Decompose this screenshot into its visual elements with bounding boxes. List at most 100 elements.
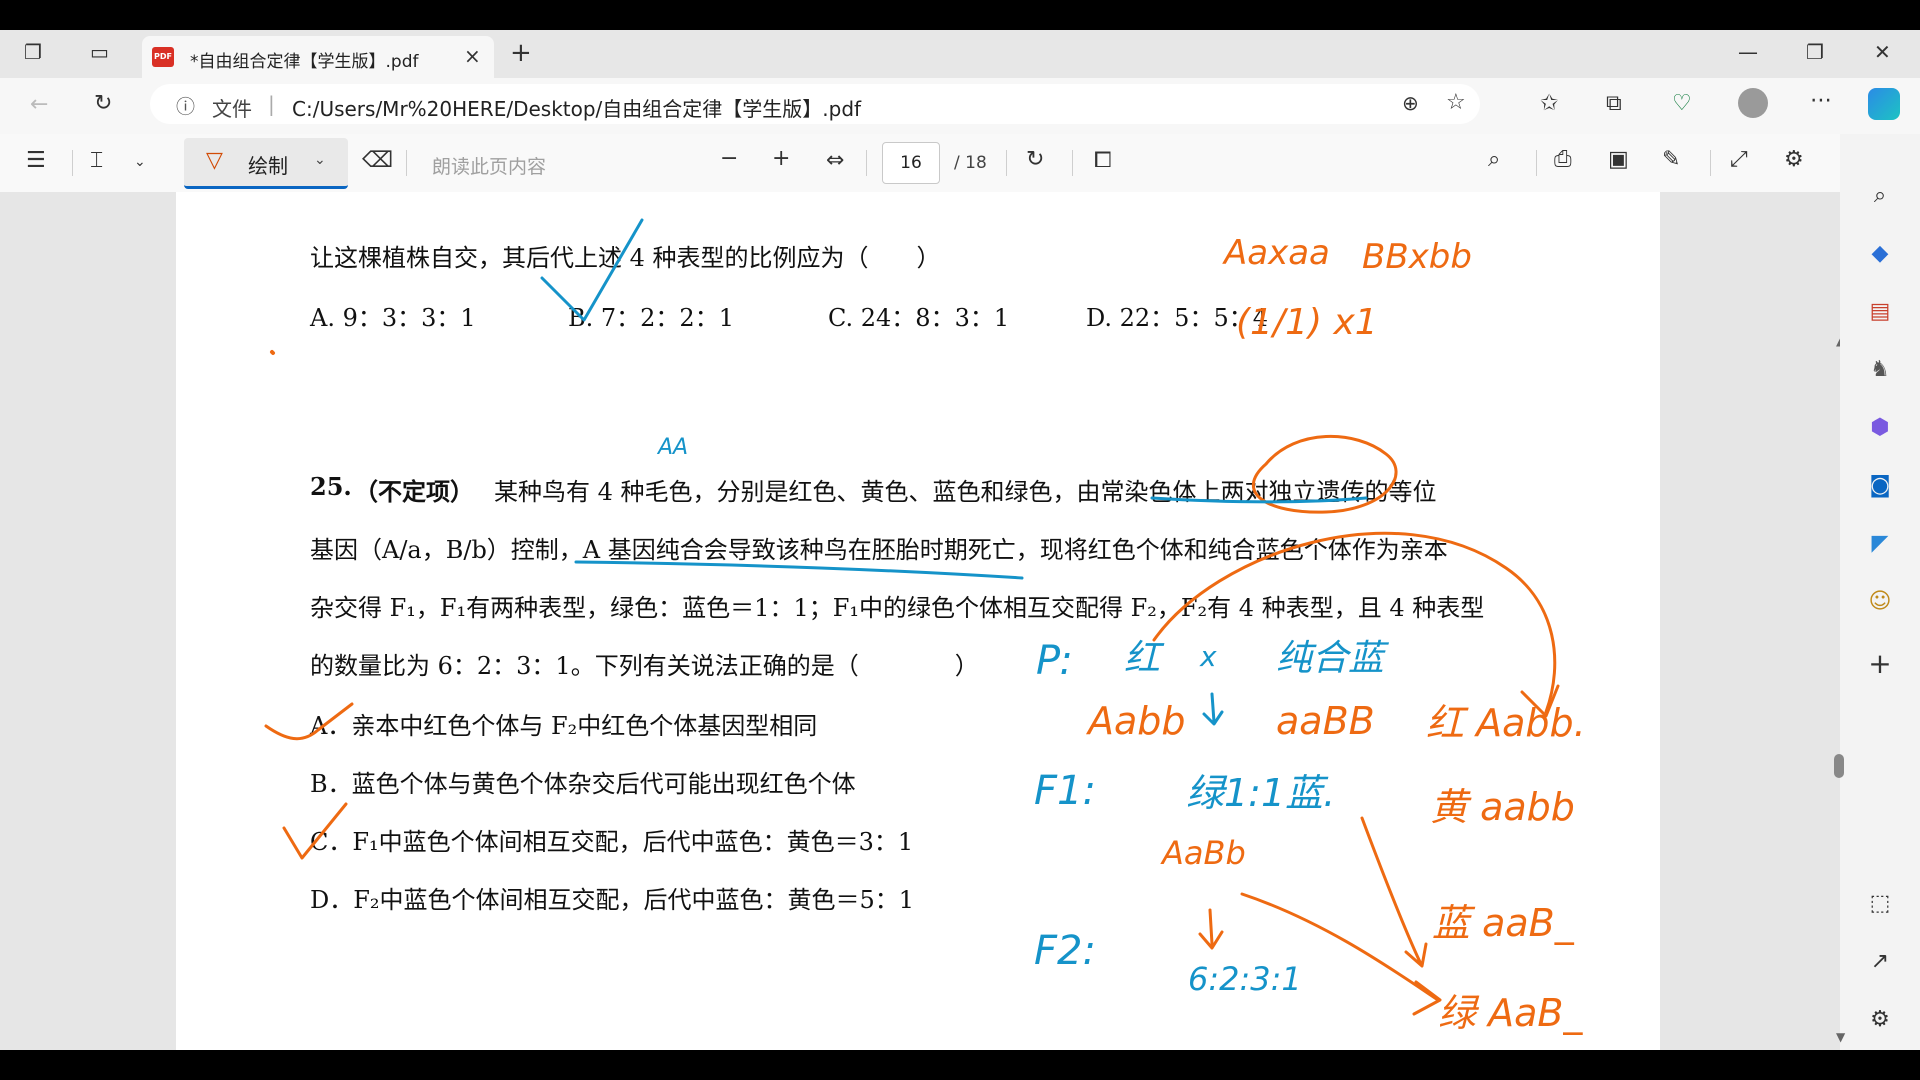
copilot-icon[interactable] xyxy=(1868,88,1900,120)
dot-mark xyxy=(270,350,275,355)
tab-pdf[interactable]: PDF *自由组合定律【学生版】.pdf × xyxy=(142,36,494,78)
pdf-page: 让这棵植株自交，其后代上述 4 种表型的比例应为（ ） A. 9：3：3：1 B… xyxy=(176,192,1660,1050)
workspaces-icon[interactable]: ❐ xyxy=(24,40,42,64)
sidebar-add-icon[interactable]: + xyxy=(1864,648,1896,680)
new-tab-button[interactable]: + xyxy=(510,38,532,68)
highlight-chevron-icon[interactable]: ⌄ xyxy=(134,154,146,170)
annotation-text: AA xyxy=(656,435,688,460)
annotation-text: BBxbb xyxy=(1362,237,1472,277)
annotation-text: 绿1:1蓝. xyxy=(1186,771,1335,815)
favorites-icon[interactable]: ✩ xyxy=(1540,91,1558,116)
edge-sidebar: ⌕ ◆ ▤ ♞ ⬢ ◙ ◤ ☺ + ⬚ ↗ ⚙ xyxy=(1840,134,1920,1050)
browser-window: ❐ ▭ PDF *自由组合定律【学生版】.pdf × + — ❐ ✕ ← ↻ ⓘ… xyxy=(0,30,1920,1050)
highlight-icon[interactable]: ⌶ xyxy=(90,148,103,173)
sidebar-character-icon[interactable]: ☺ xyxy=(1864,586,1896,618)
fit-width-icon[interactable]: ⇔ xyxy=(826,148,844,173)
sidebar-settings-icon[interactable]: ⚙ xyxy=(1864,1004,1896,1036)
tab-close-button[interactable]: × xyxy=(464,44,481,68)
page-view-icon[interactable]: ⧠ xyxy=(1094,148,1112,173)
annotation-text: Aabb xyxy=(1085,699,1186,743)
toolbar-divider xyxy=(72,150,73,176)
annotation-text: (1/1) x1 xyxy=(1236,302,1378,343)
sidebar-office-icon[interactable]: ⬢ xyxy=(1864,412,1896,444)
draw-button[interactable]: ▽ 绘制 ⌄ xyxy=(184,138,348,189)
address-separator: | xyxy=(268,92,275,116)
search-icon[interactable]: ⌕ xyxy=(1488,147,1500,172)
minimize-button[interactable]: — xyxy=(1738,40,1758,64)
address-bar-row: ← ↻ ⓘ 文件 | C:/Users/Mr%20HERE/Desktop/自由… xyxy=(0,78,1920,134)
settings-gear-icon[interactable]: ⚙ xyxy=(1784,147,1804,172)
annotation-text: x xyxy=(1199,640,1217,673)
underline-annotation xyxy=(574,560,1024,580)
favorite-star-icon[interactable]: ☆ xyxy=(1446,90,1466,115)
annotation-text: AaBb xyxy=(1160,834,1246,872)
pen-icon: ▽ xyxy=(206,148,223,173)
annotation-text: 6:2:3:1 xyxy=(1188,960,1302,998)
profile-avatar[interactable] xyxy=(1738,88,1768,118)
ink-annotations: Aaxaa BBxbb (1/1) x1 AA P: 红 x 纯合蓝 Aabb … xyxy=(264,218,1586,1035)
refresh-icon[interactable]: ↻ xyxy=(94,91,112,116)
check-mark-option-a xyxy=(264,702,354,741)
check-mark-option-c xyxy=(282,802,348,860)
screen-bottom-border xyxy=(0,1050,1920,1080)
check-mark-q24 xyxy=(540,218,644,322)
sidebar-tools-icon[interactable]: ▤ xyxy=(1864,296,1896,328)
save-as-icon[interactable]: ✎ xyxy=(1662,147,1680,172)
toolbar-divider xyxy=(406,150,407,176)
screen-top-border xyxy=(0,0,1920,30)
sidebar-open-external-icon[interactable]: ↗ xyxy=(1864,946,1896,978)
zoom-icon[interactable]: ⊕ xyxy=(1402,91,1419,115)
more-menu-icon[interactable]: ⋯ xyxy=(1810,88,1832,113)
annotation-text: 纯合蓝 xyxy=(1276,638,1390,679)
rotate-icon[interactable]: ↻ xyxy=(1026,147,1044,172)
pdf-viewer[interactable]: 让这棵植株自交，其后代上述 4 种表型的比例应为（ ） A. 9：3：3：1 B… xyxy=(0,192,1840,1050)
pdf-toolbar: ☰ ⌶ ⌄ ▽ 绘制 ⌄ ⌫ 朗读此页内容 − + ⇔ 16 / 18 ↻ ⧠ … xyxy=(0,134,1840,193)
fullscreen-icon[interactable]: ⤢ xyxy=(1730,147,1748,172)
annotation-text: 红 xyxy=(1124,638,1165,679)
toolbar-divider xyxy=(1006,150,1007,176)
browser-essentials-icon[interactable]: ♡ xyxy=(1672,91,1692,116)
close-window-button[interactable]: ✕ xyxy=(1874,40,1891,64)
vertical-scrollbar-thumb[interactable] xyxy=(1834,754,1844,778)
arrow-annotation xyxy=(1360,816,1428,968)
sidebar-screenshot-icon[interactable]: ⬚ xyxy=(1864,888,1896,920)
sidebar-send-icon[interactable]: ◤ xyxy=(1864,528,1896,560)
sidebar-outlook-icon[interactable]: ◙ xyxy=(1864,470,1896,502)
zoom-out-icon[interactable]: − xyxy=(720,146,738,171)
print-icon[interactable]: ⎙ xyxy=(1554,147,1572,172)
draw-label: 绘制 xyxy=(248,154,288,178)
toolbar-divider xyxy=(1536,150,1537,176)
draw-chevron-icon[interactable]: ⌄ xyxy=(314,152,326,168)
url-text[interactable]: C:/Users/Mr%20HERE/Desktop/自由组合定律【学生版】.p… xyxy=(292,93,861,122)
restore-button[interactable]: ❐ xyxy=(1806,40,1824,64)
save-icon[interactable]: ▣ xyxy=(1608,147,1629,172)
toolbar-divider xyxy=(1710,150,1711,176)
sidebar-shopping-icon[interactable]: ◆ xyxy=(1864,238,1896,270)
arrow-annotation xyxy=(1198,908,1224,950)
info-icon[interactable]: ⓘ xyxy=(176,92,195,119)
scroll-up-arrow[interactable]: ▲ xyxy=(1836,334,1840,348)
address-scheme-label: 文件 xyxy=(212,97,252,121)
tab-actions-icon[interactable]: ▭ xyxy=(90,40,109,64)
annotation-text: 绿 AaB_ xyxy=(1438,991,1583,1035)
zoom-in-icon[interactable]: + xyxy=(772,146,790,171)
collections-icon[interactable]: ⧉ xyxy=(1606,91,1622,116)
scroll-down-arrow[interactable]: ▼ xyxy=(1836,1030,1845,1044)
eraser-icon[interactable]: ⌫ xyxy=(362,148,393,173)
tab-strip: ❐ ▭ PDF *自由组合定律【学生版】.pdf × + — ❐ ✕ xyxy=(0,30,1920,78)
arrow-annotation xyxy=(1202,692,1224,726)
sidebar-games-icon[interactable]: ♞ xyxy=(1864,354,1896,386)
contents-icon[interactable]: ☰ xyxy=(26,148,46,173)
sidebar-search-icon[interactable]: ⌕ xyxy=(1864,180,1896,212)
annotation-text: F1: xyxy=(1034,768,1096,814)
annotation-text: Aaxaa xyxy=(1222,233,1330,273)
page-number-input[interactable]: 16 xyxy=(882,142,940,184)
address-bar[interactable]: ⓘ 文件 | C:/Users/Mr%20HERE/Desktop/自由组合定律… xyxy=(150,84,1480,124)
tab-title: *自由组合定律【学生版】.pdf xyxy=(190,52,419,72)
annotation-text: F2: xyxy=(1034,928,1096,974)
annotation-text: 黄 aabb xyxy=(1430,785,1575,829)
read-aloud-button[interactable]: 朗读此页内容 xyxy=(432,152,546,179)
back-arrow-icon[interactable]: ← xyxy=(30,92,48,117)
pdf-file-icon: PDF xyxy=(152,47,174,67)
toolbar-divider xyxy=(866,150,867,176)
